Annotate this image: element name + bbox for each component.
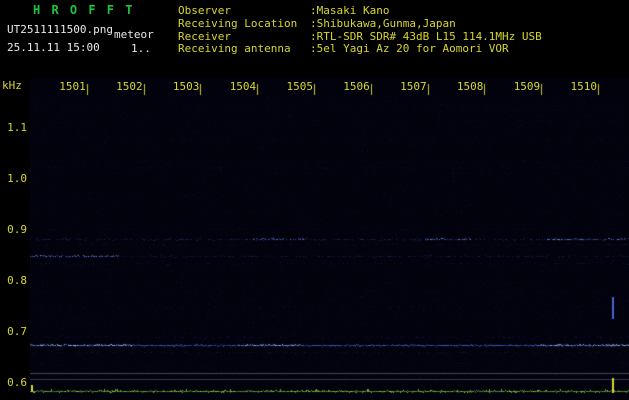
y-axis-tick-label: 0.8 bbox=[7, 274, 27, 287]
station-info-row: Receiver :RTL-SDR SDR# 43dB L15 114.1MHz … bbox=[178, 30, 542, 43]
y-axis-tick-label: 1.0 bbox=[7, 172, 27, 185]
x-axis-tick-label: 1508 bbox=[456, 80, 484, 93]
x-axis-tick-label: 1507 bbox=[400, 80, 427, 93]
info-field-label: Observer bbox=[178, 4, 231, 17]
app-title: H R O F F T bbox=[33, 3, 135, 17]
x-axis-tick-label: 1501 bbox=[59, 80, 86, 93]
timestamp-label: 25.11.11 15:00 bbox=[7, 41, 100, 54]
y-axis-tick-label: 0.7 bbox=[7, 325, 27, 338]
y-axis-tick-label: 0.6 bbox=[7, 376, 27, 389]
info-field-label: Receiving Location bbox=[178, 16, 298, 30]
y-axis-tick-label: 0.9 bbox=[7, 223, 27, 236]
x-axis-tick-label: 1505 bbox=[286, 80, 314, 93]
info-field-value: :Masaki Kano bbox=[310, 4, 390, 17]
x-axis-tick-label: 1509 bbox=[513, 80, 541, 93]
info-field-value: :RTL-SDR SDR# 43dB L15 114.1MHz USB bbox=[310, 29, 542, 43]
station-info-row: Receiving Location :Shibukawa,Gunma,Japan bbox=[178, 17, 456, 30]
x-axis-tick-label: 1506 bbox=[343, 80, 370, 93]
spectrogram-canvas bbox=[30, 78, 629, 400]
info-field-label: Receiver bbox=[178, 29, 231, 43]
x-axis-tick-label: 1510 bbox=[570, 80, 598, 93]
station-info-row: Observer :Masaki Kano bbox=[178, 4, 389, 17]
x-axis-tick-label: 1503 bbox=[172, 80, 200, 93]
output-filename: UT2511111500.png bbox=[7, 23, 113, 36]
x-axis-tick-label: 1502 bbox=[116, 80, 143, 93]
y-axis-unit-label: kHz bbox=[2, 79, 22, 92]
x-axis-tick-label: 1504 bbox=[229, 80, 257, 93]
info-field-label: Receiving antenna bbox=[178, 42, 291, 56]
station-info-row: Receiving antenna :5el Yagi Az 20 for Aom… bbox=[178, 42, 509, 55]
echo-counter: 1.. bbox=[131, 42, 151, 55]
info-field-value: :Shibukawa,Gunma,Japan bbox=[310, 16, 456, 30]
info-field-value: :5el Yagi Az 20 for Aomori VOR bbox=[310, 42, 509, 56]
mode-label: meteor bbox=[114, 28, 154, 41]
hrofft-output: H R O F F T UT2511111500.png meteor 25.1… bbox=[0, 0, 629, 400]
y-axis-tick-label: 1.1 bbox=[7, 121, 27, 134]
